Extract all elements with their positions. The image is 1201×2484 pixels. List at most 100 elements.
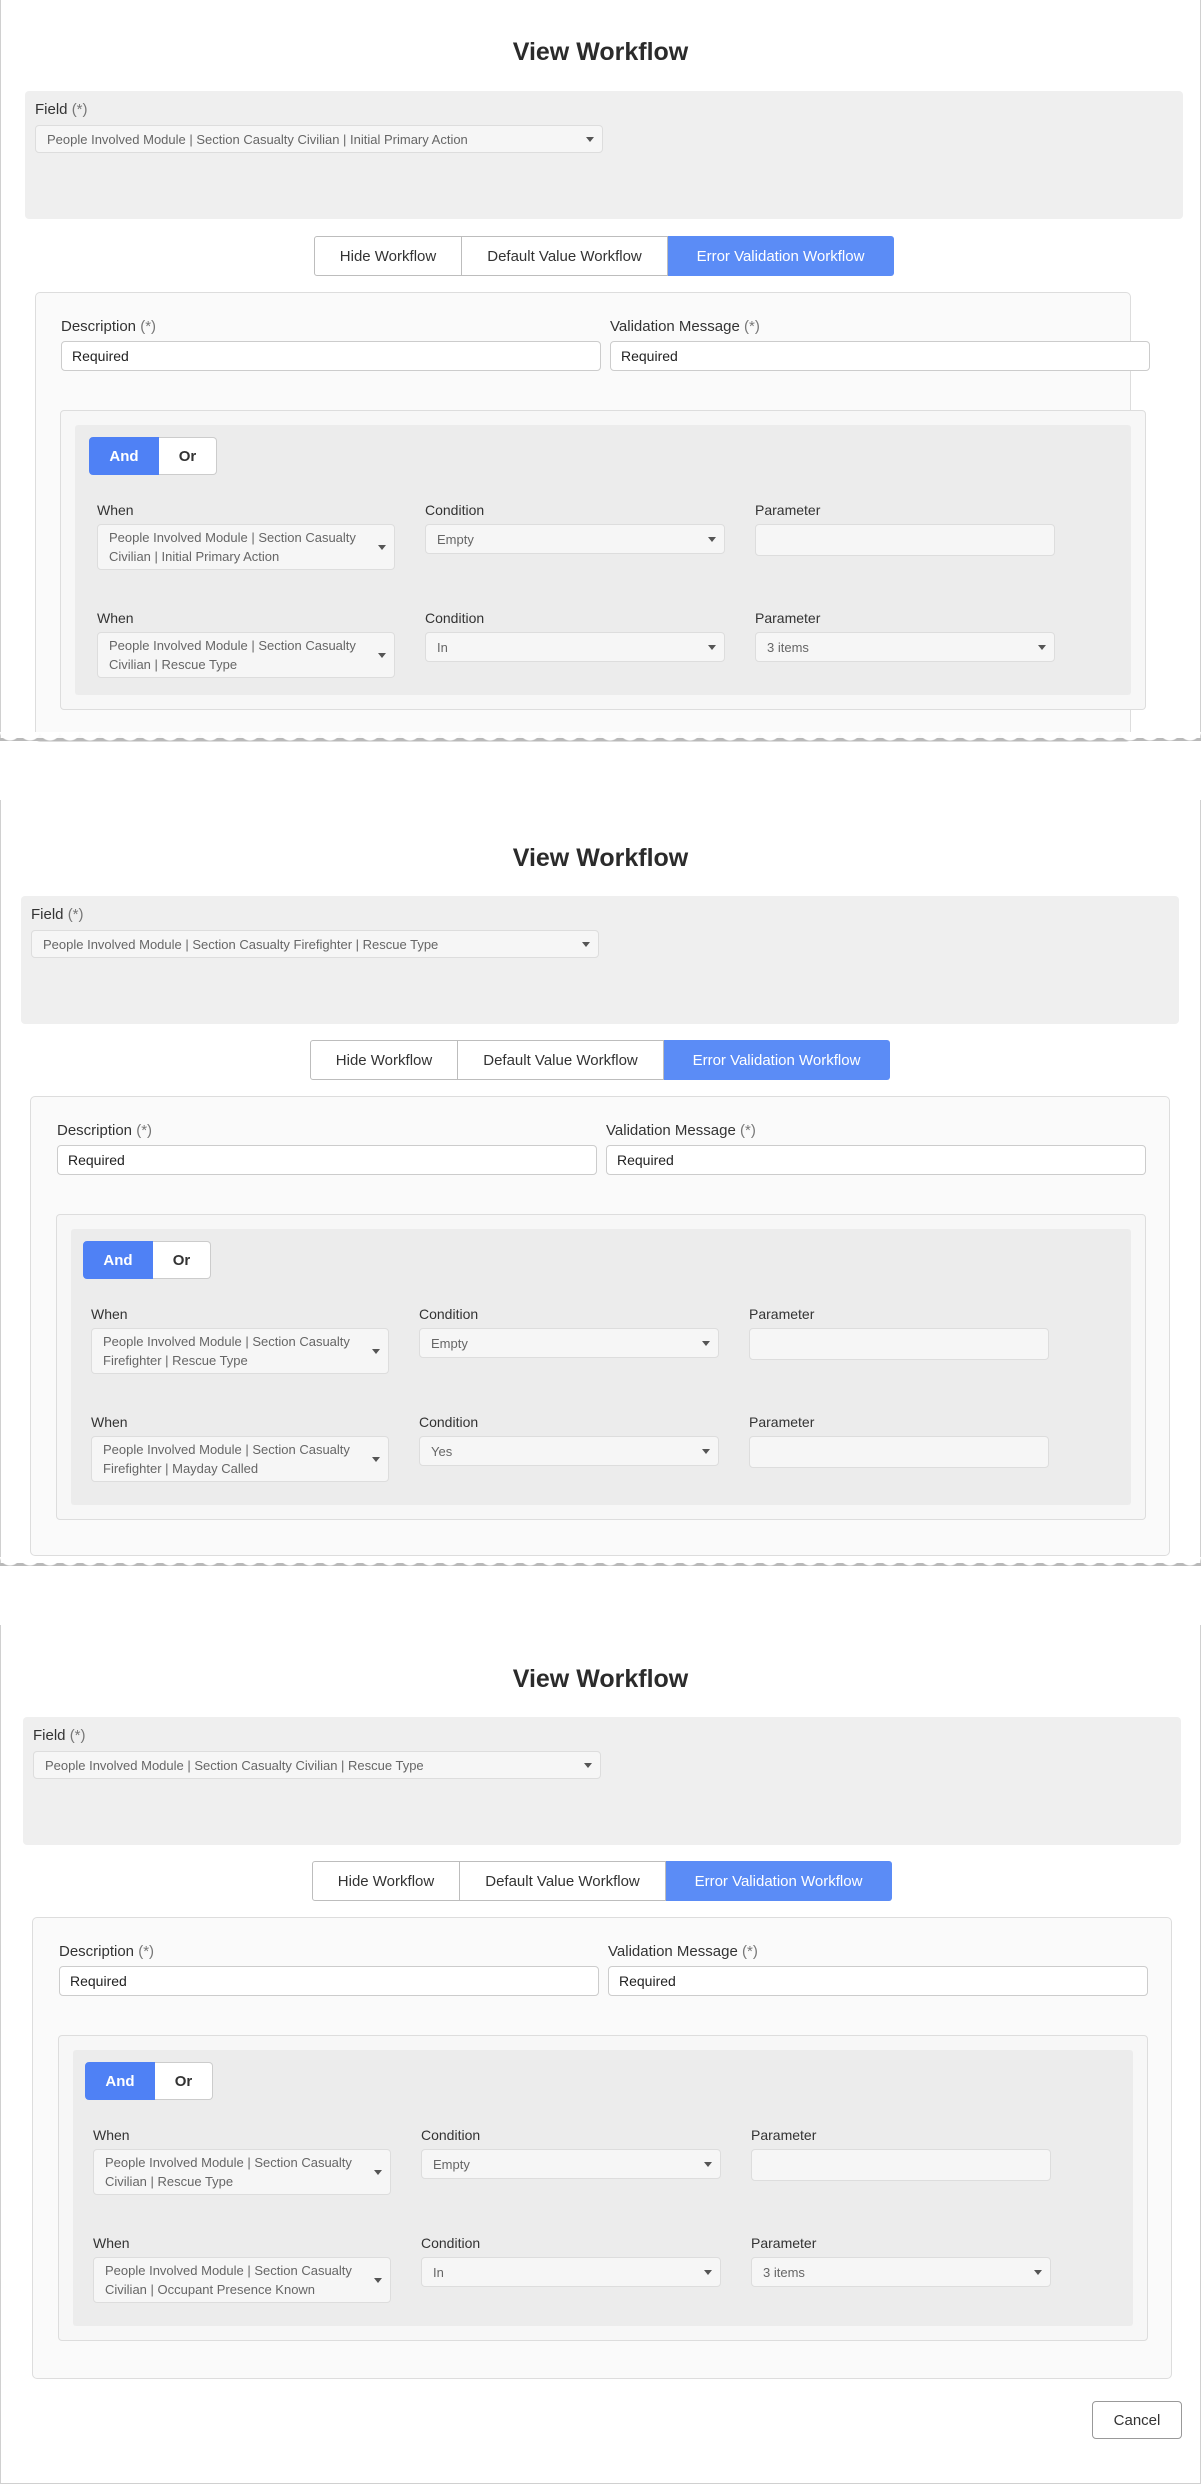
condition-select-value: Empty — [437, 531, 474, 547]
description-label: Description (*) — [61, 318, 157, 335]
workflow-tabs: Hide Workflow Default Value Workflow Err… — [310, 1040, 890, 1080]
field-section: Field (*) People Involved Module | Secti… — [21, 896, 1179, 1024]
chevron-down-icon — [702, 1449, 710, 1454]
and-button[interactable]: And — [83, 1241, 153, 1279]
chevron-down-icon — [378, 653, 386, 658]
parameter-select-value: 3 items — [767, 639, 809, 655]
parameter-select[interactable]: 3 items — [755, 632, 1055, 662]
validation-card: Description (*) Required Validation Mess… — [35, 292, 1150, 742]
or-button[interactable]: Or — [155, 2062, 213, 2100]
when-select-value: People Involved Module | Section Casualt… — [105, 2263, 352, 2297]
validation-message-input[interactable]: Required — [606, 1145, 1146, 1175]
condition-select-value: In — [437, 639, 448, 655]
and-button[interactable]: And — [85, 2062, 155, 2100]
condition-group-inner: And Or When People Involved Module | Sec… — [75, 425, 1131, 695]
description-input[interactable]: Required — [57, 1145, 597, 1175]
when-select-value: People Involved Module | Section Casualt… — [103, 1442, 350, 1476]
or-button[interactable]: Or — [159, 437, 217, 475]
parameter-select[interactable]: 3 items — [751, 2257, 1051, 2287]
tab-error-validation-workflow[interactable]: Error Validation Workflow — [666, 1861, 892, 1901]
parameter-input[interactable] — [749, 1436, 1049, 1468]
validation-card: Description (*) Required Validation Mess… — [32, 1917, 1172, 2379]
panel-edge — [0, 0, 1, 738]
condition-label: Condition — [421, 2235, 481, 2251]
when-label: When — [93, 2235, 130, 2251]
tab-hide-workflow[interactable]: Hide Workflow — [312, 1861, 460, 1901]
when-select[interactable]: People Involved Module | Section Casualt… — [97, 632, 395, 678]
when-label: When — [91, 1414, 128, 1430]
parameter-label: Parameter — [755, 610, 821, 626]
field-select-value: People Involved Module | Section Casualt… — [47, 131, 468, 147]
tab-error-validation-workflow[interactable]: Error Validation Workflow — [664, 1040, 890, 1080]
parameter-label: Parameter — [751, 2235, 817, 2251]
when-select[interactable]: People Involved Module | Section Casualt… — [97, 524, 395, 570]
description-label: Description (*) — [59, 1943, 155, 1960]
condition-select[interactable]: In — [425, 632, 725, 662]
chevron-down-icon — [1034, 2270, 1042, 2275]
description-input[interactable]: Required — [61, 341, 601, 371]
page-title: View Workflow — [512, 844, 689, 872]
parameter-input[interactable] — [751, 2149, 1051, 2181]
condition-select[interactable]: Empty — [421, 2149, 721, 2179]
condition-label: Condition — [421, 2127, 481, 2143]
logic-toggle: And Or — [83, 1241, 211, 1279]
logic-toggle: And Or — [85, 2062, 213, 2100]
chevron-down-icon — [702, 1341, 710, 1346]
tab-error-validation-workflow[interactable]: Error Validation Workflow — [668, 236, 894, 276]
field-select[interactable]: People Involved Module | Section Casualt… — [35, 125, 603, 153]
parameter-input[interactable] — [755, 524, 1055, 556]
chevron-down-icon — [374, 2278, 382, 2283]
cancel-button[interactable]: Cancel — [1092, 2401, 1182, 2439]
tab-hide-workflow[interactable]: Hide Workflow — [310, 1040, 458, 1080]
workflow-tabs: Hide Workflow Default Value Workflow Err… — [312, 1861, 892, 1901]
condition-select-value: Empty — [433, 2156, 470, 2172]
condition-label: Condition — [425, 502, 485, 518]
when-select[interactable]: People Involved Module | Section Casualt… — [91, 1328, 389, 1374]
tab-hide-workflow[interactable]: Hide Workflow — [314, 236, 462, 276]
validation-message-input[interactable]: Required — [608, 1966, 1148, 1996]
when-label: When — [97, 610, 134, 626]
condition-select-value: In — [433, 2264, 444, 2280]
chevron-down-icon — [586, 137, 594, 142]
field-select[interactable]: People Involved Module | Section Casualt… — [33, 1751, 601, 1779]
when-select[interactable]: People Involved Module | Section Casualt… — [93, 2257, 391, 2303]
parameter-label: Parameter — [751, 2127, 817, 2143]
condition-label: Condition — [419, 1306, 479, 1322]
condition-group: And Or When People Involved Module | Sec… — [58, 2035, 1148, 2341]
field-select-value: People Involved Module | Section Casualt… — [43, 936, 439, 952]
when-select[interactable]: People Involved Module | Section Casualt… — [91, 1436, 389, 1482]
chevron-down-icon — [372, 1349, 380, 1354]
chevron-down-icon — [704, 2162, 712, 2167]
tab-default-value-workflow[interactable]: Default Value Workflow — [462, 236, 668, 276]
panel-edge — [0, 800, 1, 1565]
condition-select[interactable]: In — [421, 2257, 721, 2287]
chevron-down-icon — [704, 2270, 712, 2275]
when-select[interactable]: People Involved Module | Section Casualt… — [93, 2149, 391, 2195]
screenshot-separator — [0, 1557, 1201, 1573]
parameter-label: Parameter — [749, 1306, 815, 1322]
field-select[interactable]: People Involved Module | Section Casualt… — [31, 930, 599, 958]
tab-default-value-workflow[interactable]: Default Value Workflow — [460, 1861, 666, 1901]
field-section: Field (*) People Involved Module | Secti… — [25, 91, 1183, 219]
when-select-value: People Involved Module | Section Casualt… — [105, 2155, 352, 2189]
when-label: When — [93, 2127, 130, 2143]
chevron-down-icon — [374, 2170, 382, 2175]
tab-default-value-workflow[interactable]: Default Value Workflow — [458, 1040, 664, 1080]
condition-select[interactable]: Yes — [419, 1436, 719, 1466]
parameter-input[interactable] — [749, 1328, 1049, 1360]
chevron-down-icon — [372, 1457, 380, 1462]
parameter-label: Parameter — [749, 1414, 815, 1430]
page-title: View Workflow — [512, 1665, 689, 1693]
validation-message-input[interactable]: Required — [610, 341, 1150, 371]
workflow-panel-2: View Workflow Field (*) People Involved … — [0, 800, 1201, 1565]
when-select-value: People Involved Module | Section Casualt… — [103, 1334, 350, 1368]
condition-select[interactable]: Empty — [425, 524, 725, 554]
description-input[interactable]: Required — [59, 1966, 599, 1996]
condition-select[interactable]: Empty — [419, 1328, 719, 1358]
and-button[interactable]: And — [89, 437, 159, 475]
chevron-down-icon — [582, 942, 590, 947]
workflow-tabs: Hide Workflow Default Value Workflow Err… — [314, 236, 894, 276]
or-button[interactable]: Or — [153, 1241, 211, 1279]
condition-group-inner: And Or When People Involved Module | Sec… — [71, 1229, 1131, 1505]
description-label: Description (*) — [57, 1122, 153, 1139]
